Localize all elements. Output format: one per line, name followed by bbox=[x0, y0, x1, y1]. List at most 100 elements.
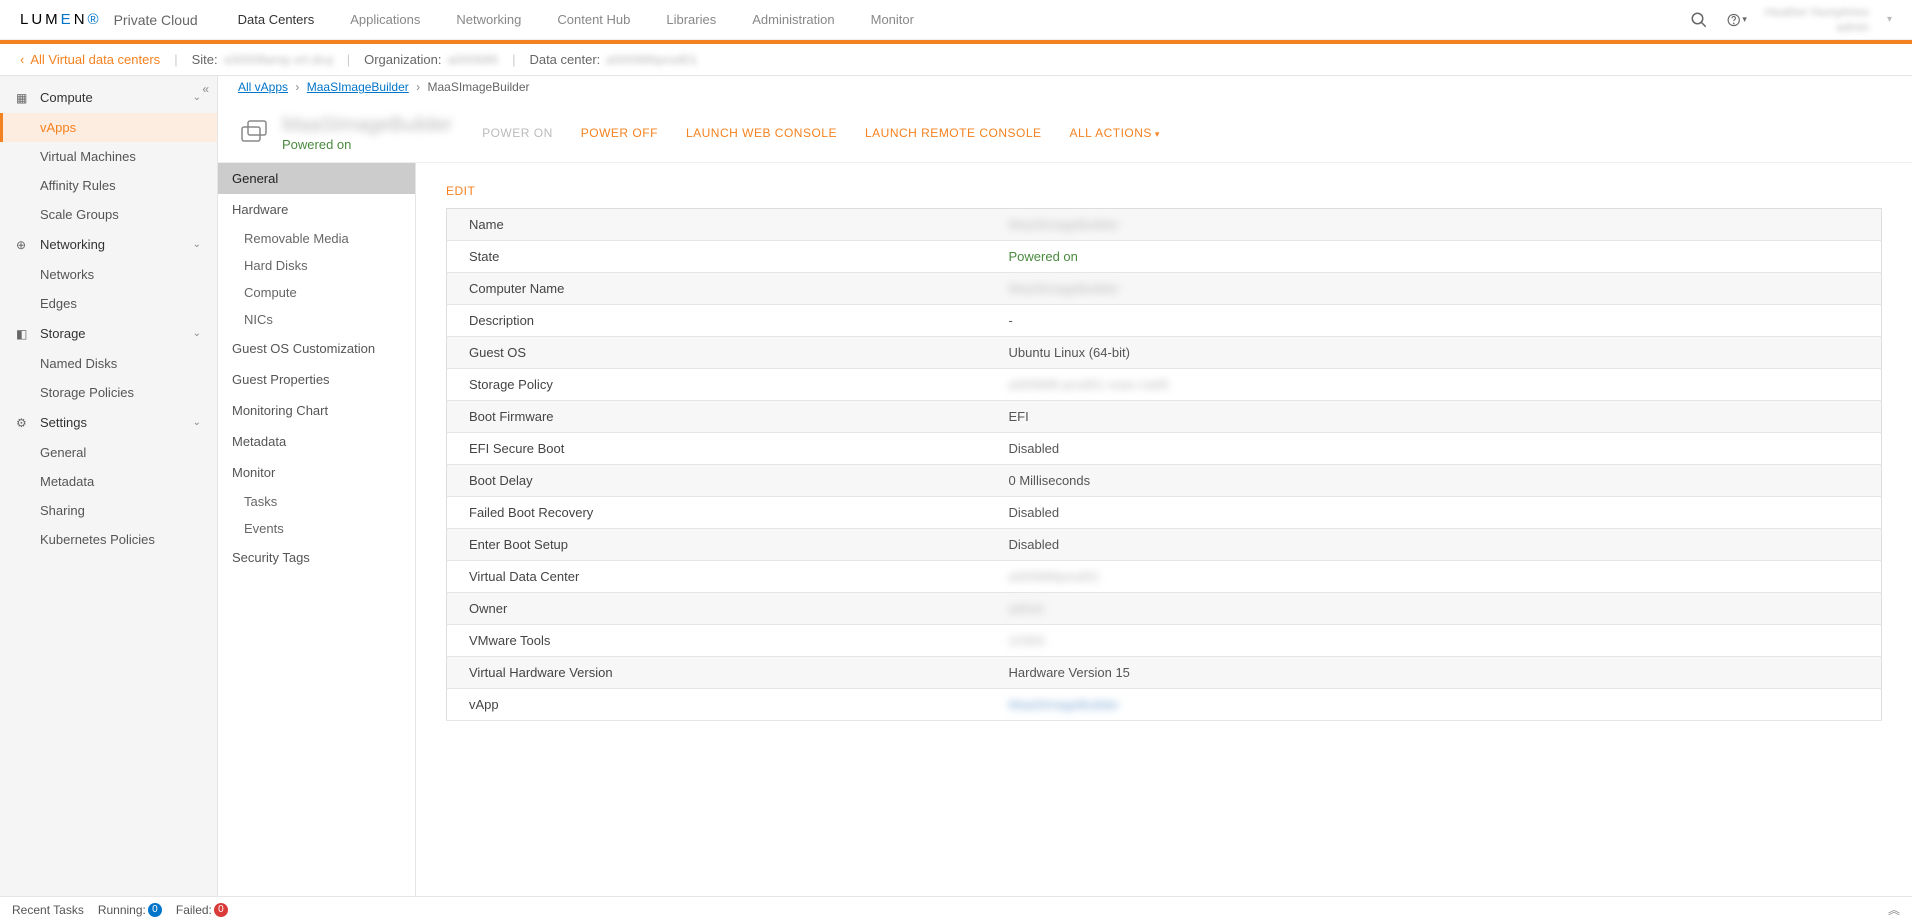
tab-applications[interactable]: Applications bbox=[350, 1, 420, 38]
prop-value: Ubuntu Linux (64-bit) bbox=[987, 337, 1882, 369]
table-row: Computer NameMaaSImageBuilder bbox=[447, 273, 1882, 305]
tab-networking[interactable]: Networking bbox=[456, 1, 521, 38]
prop-key: Storage Policy bbox=[447, 369, 987, 401]
subnav-tasks[interactable]: Tasks bbox=[218, 488, 415, 515]
search-icon[interactable] bbox=[1689, 10, 1709, 30]
subnav-compute[interactable]: Compute bbox=[218, 279, 415, 306]
nav-group-networking[interactable]: ⊕ Networking ⌄ bbox=[0, 229, 217, 260]
prop-value: Disabled bbox=[987, 497, 1882, 529]
nav-group-settings[interactable]: ⚙ Settings ⌄ bbox=[0, 407, 217, 438]
nav-group-compute[interactable]: ▦ Compute ⌄ bbox=[0, 82, 217, 113]
prop-key: Boot Firmware bbox=[447, 401, 987, 433]
grid-icon: ▦ bbox=[16, 91, 32, 105]
table-row: Failed Boot RecoveryDisabled bbox=[447, 497, 1882, 529]
edit-button[interactable]: EDIT bbox=[446, 184, 475, 198]
action-launch-web-console[interactable]: LAUNCH WEB CONSOLE bbox=[686, 126, 837, 140]
prop-key: Failed Boot Recovery bbox=[447, 497, 987, 529]
nav-item-general[interactable]: General bbox=[0, 438, 217, 467]
nav-item-metadata[interactable]: Metadata bbox=[0, 467, 217, 496]
topbar: LUMEN® Private Cloud Data Centers Applic… bbox=[0, 0, 1912, 40]
brand-logo: LUMEN® bbox=[20, 11, 102, 28]
recent-tasks-label[interactable]: Recent Tasks bbox=[12, 903, 84, 917]
subnav-guest-os-customization[interactable]: Guest OS Customization bbox=[218, 333, 415, 364]
nav-item-sharing[interactable]: Sharing bbox=[0, 496, 217, 525]
chevron-down-icon: ⌄ bbox=[193, 239, 201, 250]
tab-data-centers[interactable]: Data Centers bbox=[238, 1, 315, 38]
subnav-monitoring-chart[interactable]: Monitoring Chart bbox=[218, 395, 415, 426]
table-row: Owneradmin bbox=[447, 593, 1882, 625]
nav-item-networks[interactable]: Networks bbox=[0, 260, 217, 289]
nav-item-affinity-rules[interactable]: Affinity Rules bbox=[0, 171, 217, 200]
subnav-metadata[interactable]: Metadata bbox=[218, 426, 415, 457]
failed-count-badge[interactable]: 0 bbox=[214, 903, 228, 917]
help-icon[interactable]: ▾ bbox=[1727, 10, 1747, 30]
disk-icon: ◧ bbox=[16, 327, 32, 341]
org-value: a000686 bbox=[447, 52, 498, 67]
breadcrumb-current: MaaSImageBuilder bbox=[427, 80, 529, 94]
nav-item-named-disks[interactable]: Named Disks bbox=[0, 349, 217, 378]
vm-icon bbox=[238, 117, 270, 149]
chevron-down-icon: ⌄ bbox=[193, 328, 201, 339]
running-count-badge[interactable]: 0 bbox=[148, 903, 162, 917]
nav-item-edges[interactable]: Edges bbox=[0, 289, 217, 318]
nav-item-virtual-machines[interactable]: Virtual Machines bbox=[0, 142, 217, 171]
chevron-down-icon: ⌄ bbox=[193, 417, 201, 428]
network-icon: ⊕ bbox=[16, 238, 32, 252]
collapse-sidebar-icon[interactable]: « bbox=[202, 82, 209, 96]
prop-key: Computer Name bbox=[447, 273, 987, 305]
action-launch-remote-console[interactable]: LAUNCH REMOTE CONSOLE bbox=[865, 126, 1042, 140]
bottom-bar: Recent Tasks Running: 0 Failed: 0 ︽ bbox=[0, 896, 1912, 922]
subnav-hardware[interactable]: Hardware bbox=[218, 194, 415, 225]
vm-title: MaaSImageBuilder bbox=[282, 114, 452, 137]
sidebar: « ▦ Compute ⌄ vApps Virtual Machines Aff… bbox=[0, 76, 218, 896]
properties-table: NameMaaSImageBuilderStatePowered onCompu… bbox=[446, 208, 1882, 721]
expand-tasks-icon[interactable]: ︽ bbox=[1888, 901, 1900, 918]
nav-item-storage-policies[interactable]: Storage Policies bbox=[0, 378, 217, 407]
running-label: Running: bbox=[98, 903, 146, 917]
subnav-guest-properties[interactable]: Guest Properties bbox=[218, 364, 415, 395]
tab-administration[interactable]: Administration bbox=[752, 1, 834, 38]
prop-key: Enter Boot Setup bbox=[447, 529, 987, 561]
prop-value: Disabled bbox=[987, 529, 1882, 561]
subnav-events[interactable]: Events bbox=[218, 515, 415, 542]
subnav-monitor[interactable]: Monitor bbox=[218, 457, 415, 488]
nav-item-vapps[interactable]: vApps bbox=[0, 113, 217, 142]
table-row: Enter Boot SetupDisabled bbox=[447, 529, 1882, 561]
subnav-hard-disks[interactable]: Hard Disks bbox=[218, 252, 415, 279]
prop-key: Virtual Hardware Version bbox=[447, 657, 987, 689]
user-menu[interactable]: Heather Humphries admin bbox=[1765, 5, 1869, 34]
subnav-removable-media[interactable]: Removable Media bbox=[218, 225, 415, 252]
prop-value: Disabled bbox=[987, 433, 1882, 465]
subnav-general[interactable]: General bbox=[218, 163, 415, 194]
nav-group-storage[interactable]: ◧ Storage ⌄ bbox=[0, 318, 217, 349]
top-right: ▾ Heather Humphries admin ▾ bbox=[1689, 5, 1892, 34]
back-all-vdcs[interactable]: ‹ All Virtual data centers bbox=[20, 52, 160, 67]
subnav-nics[interactable]: NICs bbox=[218, 306, 415, 333]
gear-icon: ⚙ bbox=[16, 416, 32, 430]
product-name: Private Cloud bbox=[114, 12, 198, 28]
tab-content-hub[interactable]: Content Hub bbox=[557, 1, 630, 38]
vm-status: Powered on bbox=[282, 137, 452, 152]
prop-value: 0 Milliseconds bbox=[987, 465, 1882, 497]
prop-value: - bbox=[987, 305, 1882, 337]
nav-item-scale-groups[interactable]: Scale Groups bbox=[0, 200, 217, 229]
context-bar: ‹ All Virtual data centers | Site: s0000… bbox=[0, 44, 1912, 76]
breadcrumb-all-vapps[interactable]: All vApps bbox=[238, 80, 288, 94]
dc-value: a000686prod01 bbox=[606, 52, 697, 67]
tab-libraries[interactable]: Libraries bbox=[666, 1, 716, 38]
action-power-off[interactable]: POWER OFF bbox=[581, 126, 658, 140]
tab-monitor[interactable]: Monitor bbox=[871, 1, 914, 38]
action-all-actions[interactable]: ALL ACTIONS▾ bbox=[1070, 126, 1160, 140]
prop-value: MaaSImageBuilder bbox=[987, 209, 1882, 241]
prop-key: State bbox=[447, 241, 987, 273]
nav-item-kubernetes-policies[interactable]: Kubernetes Policies bbox=[0, 525, 217, 554]
table-row: Description- bbox=[447, 305, 1882, 337]
prop-key: VMware Tools bbox=[447, 625, 987, 657]
breadcrumb-vapp[interactable]: MaaSImageBuilder bbox=[307, 80, 409, 94]
table-row: Guest OSUbuntu Linux (64-bit) bbox=[447, 337, 1882, 369]
subnav-security-tags[interactable]: Security Tags bbox=[218, 542, 415, 573]
table-row: Boot Delay0 Milliseconds bbox=[447, 465, 1882, 497]
vm-header: MaaSImageBuilder Powered on POWER ON POW… bbox=[218, 102, 1912, 163]
prop-value: MaaSImageBuilder bbox=[987, 273, 1882, 305]
top-tabs: Data Centers Applications Networking Con… bbox=[238, 1, 914, 38]
